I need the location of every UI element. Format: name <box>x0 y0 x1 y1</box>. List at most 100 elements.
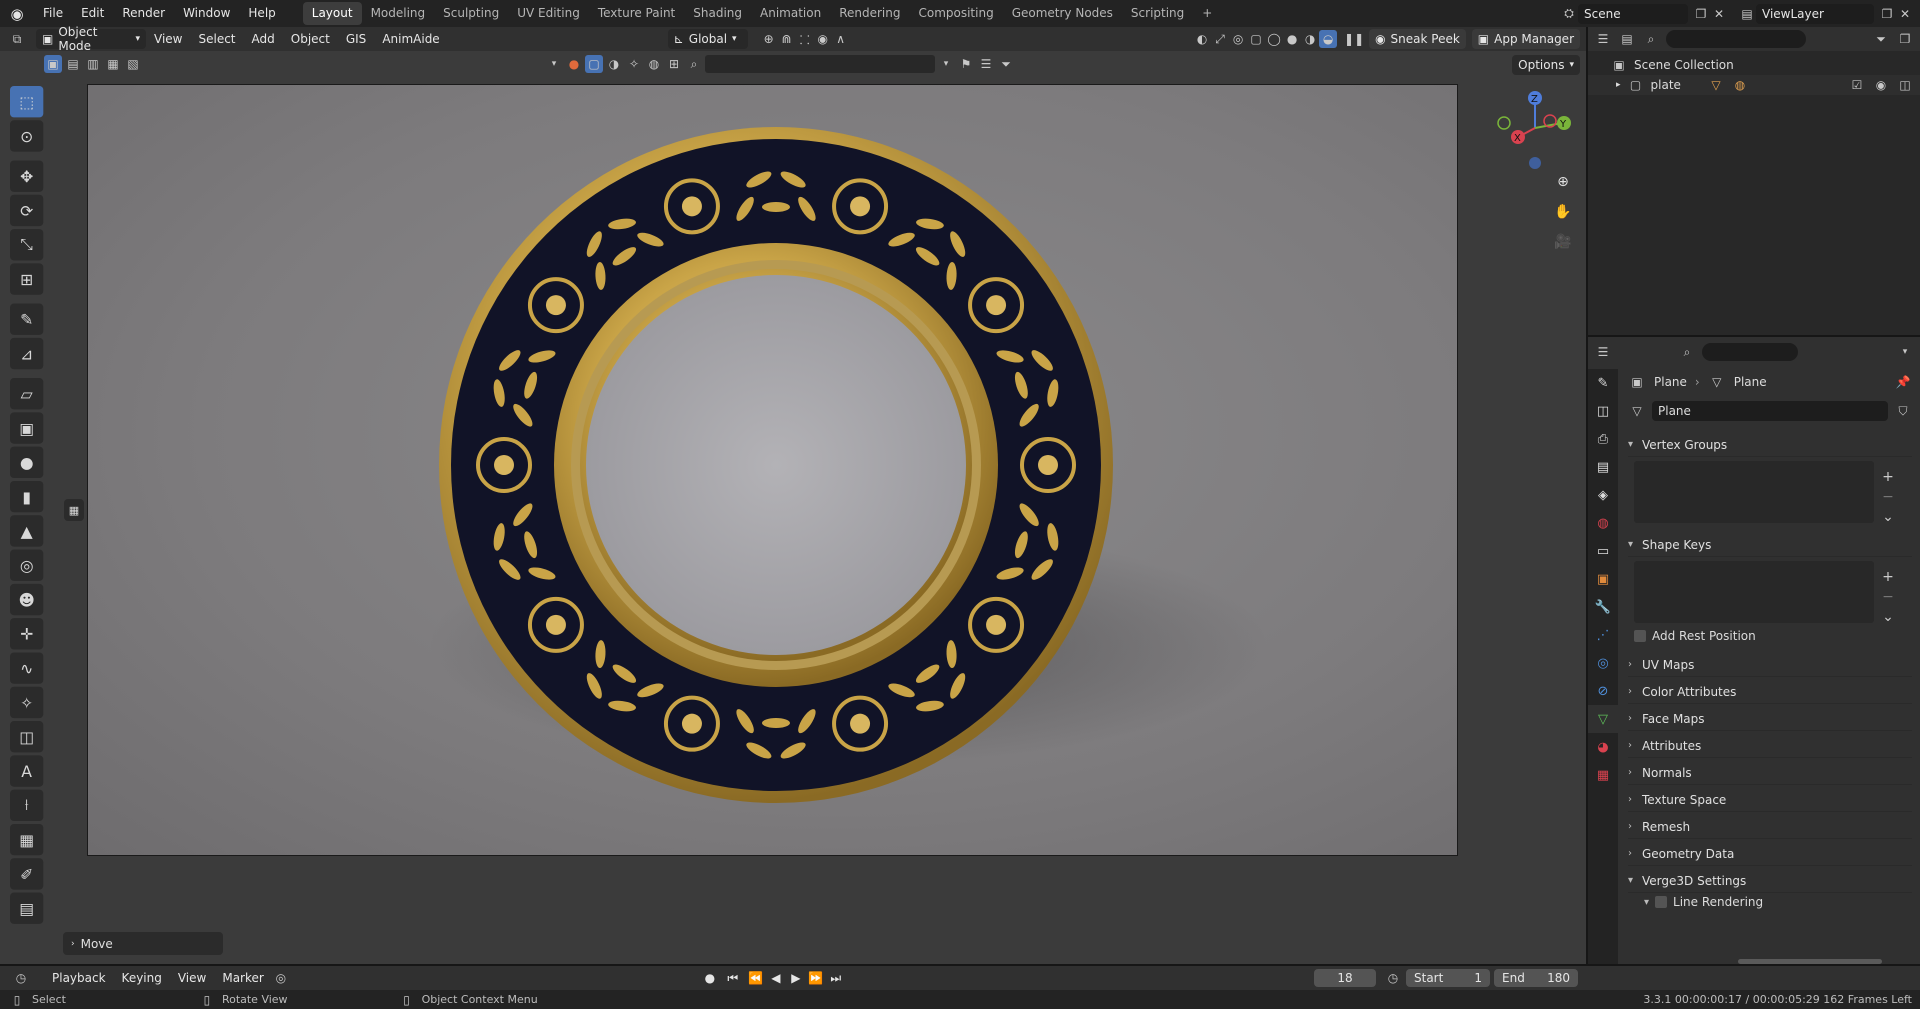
app-manager-button[interactable]: ▣ App Manager <box>1471 29 1580 49</box>
tab-data[interactable]: ▽ <box>1588 705 1618 733</box>
options-dropdown[interactable]: Options ▾ <box>1512 55 1580 75</box>
snap-target-icon[interactable]: ⸬ <box>796 30 814 48</box>
tab-modeling[interactable]: Modeling <box>362 2 435 25</box>
menu-animaide[interactable]: AnimAide <box>374 27 447 51</box>
panel-attributes[interactable]: › Attributes <box>1628 734 1912 758</box>
editor-type-icon[interactable]: ⧉ <box>8 30 26 48</box>
gizmo-neg-z[interactable] <box>1529 157 1541 169</box>
tool-add-grease-icon[interactable]: ✐ <box>10 858 44 890</box>
select-extend-icon[interactable]: ▤ <box>64 55 82 73</box>
tab-physics[interactable]: ◎ <box>1588 649 1618 677</box>
tool-add-text-icon[interactable]: A <box>10 755 44 787</box>
tab-sculpting[interactable]: Sculpting <box>434 2 508 25</box>
gizmo-neg-y[interactable] <box>1497 116 1511 130</box>
chevron-down-icon[interactable]: ▾ <box>545 55 563 73</box>
tab-scene[interactable]: ◈ <box>1588 481 1618 509</box>
play-icon[interactable]: ▶ <box>786 971 806 985</box>
select-subtract-icon[interactable]: ▥ <box>84 55 102 73</box>
prev-keyframe-icon[interactable]: ⏪ <box>746 971 766 985</box>
checkbox-icon[interactable]: ☑ <box>1848 76 1866 94</box>
eye-icon[interactable]: ◉ <box>1872 76 1890 94</box>
falloff-icon[interactable]: ∧ <box>832 30 850 48</box>
select-invert-icon[interactable]: ▦ <box>104 55 122 73</box>
panel-face-maps[interactable]: › Face Maps <box>1628 707 1912 731</box>
tool-add-armature-icon[interactable]: ⟊ <box>10 789 44 821</box>
panel-shape-keys[interactable]: ▾ Shape Keys <box>1628 533 1912 557</box>
menu-help[interactable]: Help <box>239 0 284 27</box>
panel-remesh[interactable]: › Remesh <box>1628 815 1912 839</box>
record-icon[interactable]: ● <box>700 971 720 985</box>
sneak-peek-button[interactable]: ◉ Sneak Peek <box>1369 29 1466 49</box>
jump-end-icon[interactable]: ⏭ <box>826 971 846 986</box>
current-frame-field[interactable]: 18 <box>1314 969 1376 987</box>
tab-collection[interactable]: ▭ <box>1588 537 1618 565</box>
pin-icon[interactable]: 📌 <box>1894 373 1912 391</box>
tab-uv-editing[interactable]: UV Editing <box>508 2 589 25</box>
tool-add-camera-icon[interactable]: ◫ <box>10 721 44 753</box>
zoom-icon[interactable]: ⊕ <box>1550 169 1576 195</box>
display-mode-icon[interactable]: ▤ <box>1618 30 1636 48</box>
chevron-down-icon[interactable]: ▾ <box>937 55 955 73</box>
tool-add-torus-icon[interactable]: ◎ <box>10 549 44 581</box>
new-view-layer-icon[interactable]: ❐ <box>1878 5 1896 23</box>
tab-world[interactable]: ◍ <box>1588 509 1618 537</box>
filter-mesh-icon[interactable]: ▢ <box>585 55 603 73</box>
tab-texture[interactable]: ▦ <box>1588 761 1618 789</box>
shape-key-list[interactable] <box>1634 561 1874 623</box>
select-intersect-icon[interactable]: ▧ <box>124 55 142 73</box>
chevron-down-icon[interactable]: ▾ <box>1896 343 1914 361</box>
tab-shading[interactable]: Shading <box>684 2 751 25</box>
material-shading-icon[interactable]: ◑ <box>1301 30 1319 48</box>
delete-view-layer-icon[interactable]: ✕ <box>1896 5 1914 23</box>
view-layer-icon[interactable]: ▤ <box>1738 5 1756 23</box>
next-keyframe-icon[interactable]: ⏩ <box>806 971 826 985</box>
add-rest-position-checkbox[interactable] <box>1634 630 1646 642</box>
tool-add-plane-icon[interactable]: ▱ <box>10 378 44 410</box>
tool-add-monkey-icon[interactable]: ☻ <box>10 583 44 616</box>
outliner-search-input[interactable] <box>1666 30 1806 48</box>
panel-texture-space[interactable]: › Texture Space <box>1628 788 1912 812</box>
tool-add-lattice-icon[interactable]: ▦ <box>10 823 44 856</box>
tab-particles[interactable]: ⋰ <box>1588 621 1618 649</box>
color-filter-icon[interactable]: ● <box>565 55 583 73</box>
scene-collection-row[interactable]: ▣ Scene Collection <box>1588 55 1920 75</box>
tab-texture-paint[interactable]: Texture Paint <box>589 2 684 25</box>
select-new-icon[interactable]: ▣ <box>44 55 62 73</box>
panel-vertex-groups[interactable]: ▾ Vertex Groups <box>1628 433 1912 457</box>
sidebar-toggle-icon[interactable]: ▦ <box>64 499 84 521</box>
tab-object[interactable]: ▣ <box>1588 565 1618 593</box>
mode-selector[interactable]: ▣ Object Mode ▾ <box>36 25 146 53</box>
snap-icon[interactable]: ⋒ <box>778 30 796 48</box>
panel-color-attributes[interactable]: › Color Attributes <box>1628 680 1912 704</box>
tab-view-layer[interactable]: ▤ <box>1588 453 1618 481</box>
tool-add-empty-icon[interactable]: ✛ <box>10 618 44 650</box>
chevron-right-icon[interactable]: ▸ <box>1616 80 1621 90</box>
panel-verge3d-settings[interactable]: ▾ Verge3D Settings <box>1628 869 1912 893</box>
tab-constraints[interactable]: ⊘ <box>1588 677 1618 705</box>
last-operator-panel[interactable]: › Move <box>63 932 223 955</box>
filter-world-icon[interactable]: ⊞ <box>665 55 683 73</box>
solid-shading-icon[interactable]: ● <box>1283 30 1301 48</box>
menu-add[interactable]: Add <box>244 27 283 51</box>
tab-scripting[interactable]: Scripting <box>1122 2 1193 25</box>
chevron-down-icon[interactable]: ⌄ <box>1878 607 1898 627</box>
play-reverse-icon[interactable]: ◀ <box>766 971 786 985</box>
tool-add-curve-icon[interactable]: ∿ <box>10 652 44 684</box>
menu-gis[interactable]: GIS <box>338 27 374 51</box>
list-view-icon[interactable]: ☰ <box>977 55 995 73</box>
panel-normals[interactable]: › Normals <box>1628 761 1912 785</box>
jump-start-icon[interactable]: ⏮ <box>720 971 746 986</box>
menu-window[interactable]: Window <box>174 0 239 27</box>
line-rendering-checkbox[interactable] <box>1655 896 1668 908</box>
tool-measure-icon[interactable]: ⊿ <box>10 337 44 370</box>
filter-search-input[interactable] <box>705 55 935 73</box>
tab-modifiers[interactable]: 🔧 <box>1588 593 1618 621</box>
panel-uv-maps[interactable]: › UV Maps <box>1628 653 1912 677</box>
tab-render[interactable]: ◫ <box>1588 397 1618 425</box>
search-icon[interactable]: ⌕ <box>1678 343 1696 361</box>
add-icon[interactable]: + <box>1878 467 1898 487</box>
gizmo-icon[interactable]: ⤢ <box>1211 30 1229 48</box>
panel-geometry-data[interactable]: › Geometry Data <box>1628 842 1912 866</box>
filter-material-icon[interactable]: ◍ <box>645 55 663 73</box>
overlays-icon[interactable]: ◎ <box>1229 30 1247 48</box>
